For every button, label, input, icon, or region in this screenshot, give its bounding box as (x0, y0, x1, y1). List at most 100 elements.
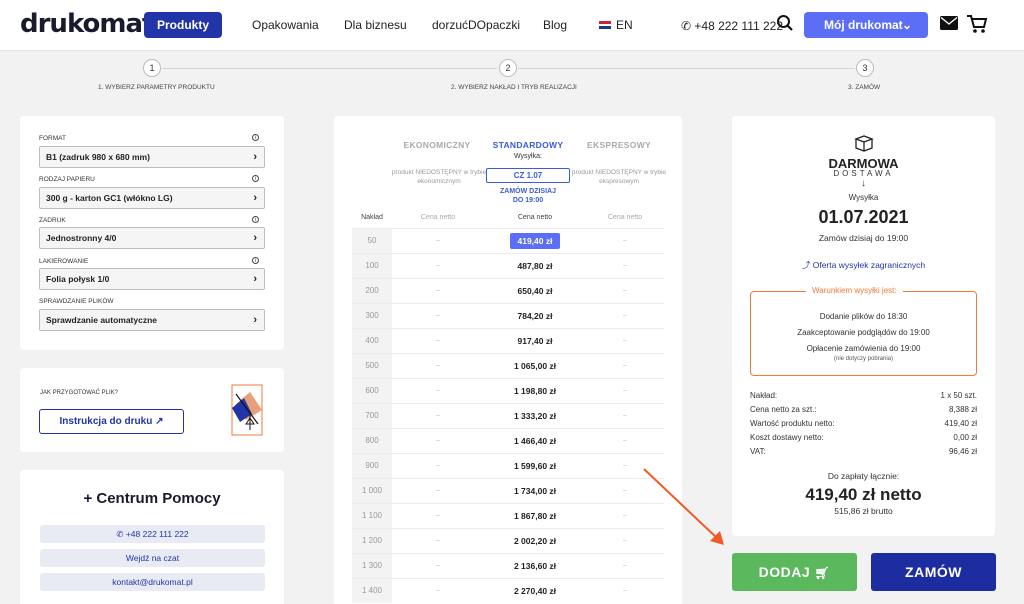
row-express-price: – (623, 287, 627, 294)
row-standard-price[interactable]: 2 270,40 zł (484, 579, 586, 603)
help-email-button[interactable]: kontakt@drukomat.pl (40, 573, 265, 591)
nav-dorzuc[interactable]: dorzućDOpaczki (432, 12, 520, 38)
nav-opakowania[interactable]: Opakowania (252, 12, 319, 38)
row-standard-price-value: 650,40 zł (517, 286, 553, 296)
nav-blog[interactable]: Blog (543, 12, 567, 38)
table-row[interactable]: 200 – 650,40 zł – (352, 278, 664, 303)
mail-icon[interactable] (940, 16, 960, 36)
help-phone-button[interactable]: ✆ +48 222 111 222 (40, 525, 265, 543)
table-row[interactable]: 500 – 1 065,00 zł – (352, 353, 664, 378)
chevron-down-icon: ⌄ (901, 18, 912, 32)
row-standard-price[interactable]: 1 466,40 zł (484, 429, 586, 453)
file-check-select[interactable]: Sprawdzanie automatyczne › (39, 309, 265, 331)
table-row[interactable]: 300 – 784,20 zł – (352, 303, 664, 328)
info-icon[interactable]: i (252, 216, 259, 223)
external-link-icon: ↗ (155, 416, 164, 427)
row-standard-price[interactable]: 650,40 zł (484, 279, 586, 303)
uk-flag-icon (599, 21, 611, 29)
print-instructions-button[interactable]: Instrukcja do druku ↗ (39, 409, 184, 434)
express-note: produkt NIEDOSTĘPNY w trybie ekspresowym (571, 169, 667, 185)
row-qty: 900 (352, 454, 392, 478)
row-standard-price[interactable]: 1 198,80 zł (484, 379, 586, 403)
format-select[interactable]: B1 (zadruk 980 x 680 mm) › (39, 146, 265, 168)
shipping-conditions-box: Warunkiem wysyłki jest: Dodanie plików d… (750, 286, 977, 376)
row-standard-price-value: 1 466,40 zł (513, 436, 557, 446)
info-icon[interactable]: i (252, 175, 259, 182)
nav-produkty[interactable]: Produkty (144, 12, 222, 38)
row-standard-price[interactable]: 784,20 zł (484, 304, 586, 328)
condition-2: Zaakceptowanie podglądów do 19:00 (797, 328, 930, 337)
unit-price-value: 8,388 zł (948, 405, 977, 414)
row-qty: 600 (352, 379, 392, 403)
paper-label: RODZAJ PAPIERU (39, 176, 95, 183)
table-row[interactable]: 1 200–2 002,20 zł – (352, 528, 664, 553)
logo[interactable]: drukomat. (20, 9, 163, 39)
lacquer-select[interactable]: Folia połysk 1/0 › (39, 268, 265, 290)
nav-dla-biznesu[interactable]: Dla biznesu (344, 12, 407, 38)
top-navbar: drukomat. Produkty Opakowania Dla biznes… (0, 0, 1024, 51)
table-row[interactable]: 600 – 1 198,80 zł – (352, 378, 664, 403)
row-qty: 1 000 (352, 479, 392, 503)
my-account-button[interactable]: Mój drukomat ⌄ (804, 12, 928, 38)
file-prep-panel: JAK PRZYGOTOWAĆ PLIK? Instrukcja do druk… (20, 368, 284, 452)
table-row[interactable]: 1 000–1 734,00 zł – (352, 478, 664, 503)
row-standard-price[interactable]: 419,40 zł (484, 229, 586, 253)
row-standard-price-value: 2 136,60 zł (513, 561, 557, 571)
table-row[interactable]: 400 – 917,40 zł – (352, 328, 664, 353)
help-chat-button[interactable]: Wejdź na czat (40, 549, 265, 567)
delivery-cost-value: 0,00 zł (953, 433, 977, 442)
language-label: EN (616, 18, 633, 32)
table-row[interactable]: 1 100–1 867,80 zł – (352, 503, 664, 528)
row-standard-price[interactable]: 1 734,00 zł (484, 479, 586, 503)
table-row[interactable]: 1 300 – 2 136,60 zł – (352, 553, 664, 578)
table-row[interactable]: 1 400 – 2 270,40 zł – (352, 578, 664, 603)
row-express-price: – (623, 412, 627, 419)
col-standard-header: Cena netto (517, 214, 553, 221)
info-icon[interactable]: i (252, 257, 259, 264)
chevron-right-icon: › (253, 314, 257, 326)
row-standard-price-value: 487,80 zł (517, 261, 553, 271)
product-params-panel: FORMAT i B1 (zadruk 980 x 680 mm) › RODZA… (20, 116, 284, 350)
row-standard-price[interactable]: 2 136,60 zł (484, 554, 586, 578)
table-row[interactable]: 900–1 599,60 zł – (352, 453, 664, 478)
format-value: B1 (zadruk 980 x 680 mm) (46, 152, 150, 162)
table-row[interactable]: 100 – 487,80 zł – (352, 253, 664, 278)
delivery-cost-label: Koszt dostawy netto: (750, 433, 824, 442)
row-qty: 800 (352, 429, 392, 453)
tab-express[interactable]: EKSPRESOWY (564, 140, 674, 150)
row-qty: 200 (352, 279, 392, 303)
search-icon[interactable] (776, 14, 796, 34)
add-to-cart-button[interactable]: DODAJ 🛒︎ (732, 553, 857, 591)
row-economy-price: – (436, 512, 440, 519)
print-label: ZADRUK (39, 217, 66, 224)
row-standard-price[interactable]: 917,40 zł (484, 329, 586, 353)
row-standard-price[interactable]: 2 002,20 zł (484, 529, 586, 553)
order-button[interactable]: ZAMÓW (871, 553, 996, 591)
table-row[interactable]: 700 – 1 333,20 zł – (352, 403, 664, 428)
row-standard-price-value: 1 198,80 zł (513, 386, 557, 396)
row-economy-price: – (436, 362, 440, 369)
language-switch[interactable]: EN (599, 12, 633, 38)
row-express-price: – (623, 237, 627, 244)
table-row[interactable]: 800 – 1 466,40 zł – (352, 428, 664, 453)
unit-price-label: Cena netto za szt.: (750, 405, 817, 414)
row-standard-price[interactable]: 1 599,60 zł (484, 454, 586, 478)
table-row[interactable]: 50 – 419,40 zł – (352, 228, 664, 253)
file-prep-question: JAK PRZYGOTOWAĆ PLIK? (40, 390, 119, 396)
print-select[interactable]: Jednostronny 4/0 › (39, 227, 265, 249)
row-standard-price[interactable]: 1 867,80 zł (484, 504, 586, 528)
info-icon[interactable]: i (252, 134, 259, 141)
row-express-price: – (623, 387, 627, 394)
price-table-panel: EKONOMICZNY STANDARDOWY EKSPRESOWY produ… (334, 116, 682, 604)
row-standard-price[interactable]: 1 065,00 zł (484, 354, 586, 378)
total-gross: 515,86 zł brutto (834, 506, 893, 516)
row-standard-price-value: 2 270,40 zł (513, 586, 557, 596)
cart-icon[interactable] (966, 14, 988, 34)
paper-select[interactable]: 300 g - karton GC1 (włókno LG) › (39, 187, 265, 209)
row-economy-price: – (436, 337, 440, 344)
row-standard-price[interactable]: 487,80 zł (484, 254, 586, 278)
row-standard-price[interactable]: 1 333,20 zł (484, 404, 586, 428)
header-phone[interactable]: ✆ +48 222 111 222 (681, 19, 783, 33)
row-express-price: – (623, 262, 627, 269)
foreign-shipping-link[interactable]: ⤴ Oferta wysyłek zagranicznych (732, 259, 995, 271)
